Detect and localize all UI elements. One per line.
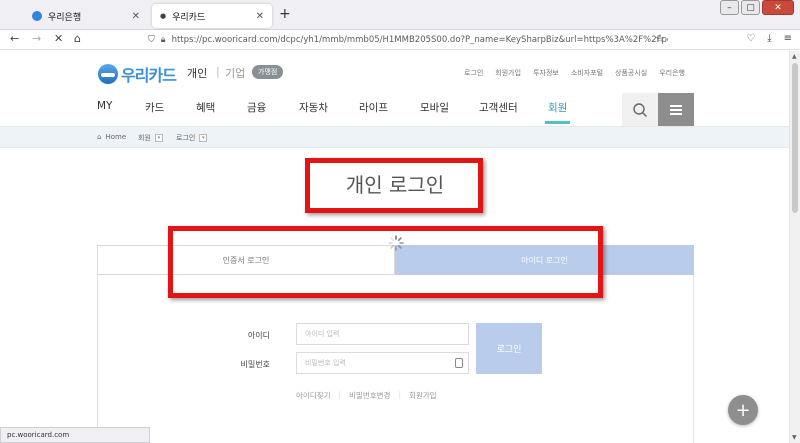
page-content: 우리카드 개인 | 기업 가맹점 로그인 회원가입 투자정보 소비자포털 상품공…	[0, 51, 789, 443]
breadcrumb-level1[interactable]: 회원 ▾	[138, 133, 163, 143]
find-id-link[interactable]: 아이디찾기	[296, 390, 331, 401]
merchant-badge[interactable]: 가맹점	[252, 65, 284, 79]
home-icon[interactable]: ⌂	[74, 32, 81, 45]
url-bar[interactable]: ⛉ 🔒︎ https://pc.wooricard.com/dcpc/yh1/m…	[148, 31, 668, 49]
floating-plus-button[interactable]: +	[728, 395, 758, 425]
util-bank-link[interactable]: 우리은행	[659, 68, 685, 78]
stop-icon[interactable]: ✕	[54, 32, 63, 45]
signup-link[interactable]: 회원가입	[409, 390, 437, 401]
search-button[interactable]	[622, 93, 658, 126]
tab-woori-card[interactable]: ● 우리카드 ✕	[152, 4, 272, 28]
all-menu-button[interactable]	[658, 93, 694, 126]
forward-icon[interactable]: →	[32, 32, 41, 45]
segment-divider: |	[216, 65, 220, 78]
password-input[interactable]: 비밀번호 입력	[296, 352, 469, 374]
close-tab-icon[interactable]: ✕	[132, 11, 140, 22]
tab-title: 우리카드	[172, 12, 206, 23]
util-consumer-link[interactable]: 소비자포털	[571, 68, 603, 78]
status-bar: pc.wooricard.com	[0, 427, 150, 443]
login-button[interactable]: 로그인	[476, 323, 542, 374]
minimize-button[interactable]: –	[720, 0, 739, 15]
nav-my[interactable]: MY	[97, 100, 112, 112]
change-password-link[interactable]: 비밀번호변경	[349, 390, 390, 401]
link-divider: |	[398, 390, 401, 399]
nav-finance[interactable]: 금융	[247, 100, 266, 115]
util-login-link[interactable]: 로그인	[464, 68, 483, 78]
download-icon[interactable]: ⤓	[767, 33, 771, 44]
nav-mobile[interactable]: 모바일	[420, 100, 449, 115]
chevron-down-icon[interactable]: ▾	[199, 134, 208, 142]
navigation-bar: ← → ✕ ⌂ ⛉ 🔒︎ https://pc.wooricard.com/dc…	[0, 30, 800, 50]
chevron-down-icon[interactable]: ▾	[154, 134, 163, 142]
nav-car[interactable]: 자동차	[299, 100, 328, 115]
utility-links: 로그인 회원가입 투자정보 소비자포털 상품공시실 우리은행	[464, 68, 685, 78]
password-placeholder: 비밀번호 입력	[305, 359, 346, 367]
breadcrumb-home-label: Home	[105, 133, 127, 141]
nav-customer-center[interactable]: 고객센터	[479, 100, 518, 115]
id-label: 아이디	[247, 331, 270, 340]
maximize-button[interactable]: ▢	[741, 0, 760, 15]
active-nav-underline	[545, 121, 570, 124]
highlight-box-title	[305, 158, 483, 213]
scroll-up-icon[interactable]: ▲	[792, 53, 797, 60]
tab-strip: 우리은행 ✕ ● 우리카드 ✕ + – ▢ ✕	[0, 0, 800, 30]
nav-life[interactable]: 라이프	[359, 100, 388, 115]
link-divider: |	[338, 390, 342, 399]
menu-icon[interactable]: ≡	[784, 33, 792, 44]
nav-benefit[interactable]: 혜택	[196, 100, 215, 115]
bookmark-star-icon[interactable]: ☆	[655, 32, 665, 45]
util-signup-link[interactable]: 회원가입	[495, 68, 521, 78]
window-controls: – ▢ ✕	[720, 0, 794, 15]
segment-personal[interactable]: 개인	[187, 65, 207, 81]
lock-icon[interactable]: 🔒︎	[161, 35, 166, 45]
back-icon[interactable]: ←	[10, 32, 19, 45]
woori-favicon-icon	[32, 11, 42, 21]
woori-card-logo[interactable]: 우리카드	[98, 62, 177, 86]
password-label: 비밀번호	[240, 360, 270, 369]
tab-title: 우리은행	[48, 12, 82, 23]
nav-card[interactable]: 카드	[145, 100, 164, 115]
url-text[interactable]: https://pc.wooricard.com/dcpc/yh1/mmb/mm…	[172, 35, 668, 45]
breadcrumb-level2-label: 로그인	[176, 134, 196, 142]
highlight-box-tabs	[168, 226, 603, 298]
toolbar-right: ♡ ⤓ ≡	[746, 33, 792, 44]
keypad-lock-icon[interactable]	[455, 358, 463, 368]
close-window-button[interactable]: ✕	[762, 0, 794, 15]
home-icon: ⌂	[97, 133, 102, 141]
segment-corporate[interactable]: 기업	[225, 65, 245, 81]
nav-member[interactable]: 회원	[548, 100, 567, 115]
loading-dot-icon: ●	[160, 12, 167, 20]
hamburger-icon	[670, 104, 682, 115]
search-icon	[633, 102, 647, 117]
breadcrumb-level2[interactable]: 로그인 ▾	[176, 133, 208, 143]
shield-icon[interactable]: ⛉	[148, 35, 155, 45]
pocket-icon[interactable]: ♡	[746, 33, 755, 44]
brand-name: 우리카드	[121, 66, 177, 85]
breadcrumb-level1-label: 회원	[138, 134, 151, 142]
tab-woori-bank[interactable]: 우리은행 ✕	[24, 4, 148, 28]
breadcrumb-home[interactable]: ⌂ Home	[97, 133, 126, 141]
close-tab-icon[interactable]: ✕	[256, 11, 264, 22]
util-investor-link[interactable]: 투자정보	[533, 68, 559, 78]
scrollbar-thumb[interactable]	[792, 63, 798, 213]
account-links: 아이디찾기 | 비밀번호변경 | 회원가입	[296, 390, 437, 401]
browser-window: 우리은행 ✕ ● 우리카드 ✕ + – ▢ ✕ ← → ✕ ⌂ ⛉ 🔒︎ htt…	[0, 0, 800, 443]
page-scrollbar[interactable]: ▲ ▼	[789, 51, 800, 443]
woori-logo-icon	[98, 64, 118, 84]
new-tab-button[interactable]: +	[279, 6, 291, 22]
id-input[interactable]: 아이디 입력	[296, 323, 469, 345]
util-disclosure-link[interactable]: 상품공시실	[615, 68, 647, 78]
breadcrumb: ⌂ Home 회원 ▾ 로그인 ▾	[0, 126, 789, 148]
scroll-down-icon[interactable]: ▼	[792, 434, 797, 441]
plus-icon: +	[735, 399, 751, 421]
